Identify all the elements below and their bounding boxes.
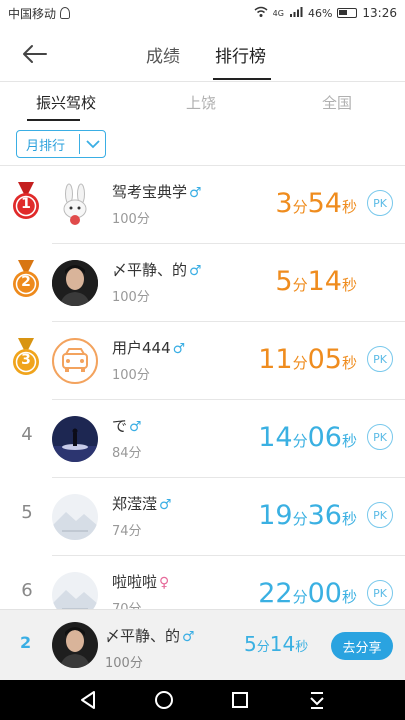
tab-school[interactable]: 振兴驾校: [36, 92, 96, 113]
list-item[interactable]: 2 〆平静、的 ♂ 100分 5分14秒: [0, 244, 405, 322]
rank-number: 6: [21, 580, 33, 601]
user-score: 70分: [112, 598, 142, 609]
pk-button[interactable]: PK: [367, 424, 393, 450]
notification-icon: [60, 7, 71, 19]
active-tab-indicator: [213, 78, 271, 80]
signal-icon: [289, 6, 303, 21]
list-item[interactable]: 5 郑滢滢 ♂ 74分 19分36秒 PK: [0, 478, 405, 556]
scope-tab-indicator: [27, 119, 80, 121]
header: 成绩 排行榜: [0, 26, 405, 82]
avatar[interactable]: [52, 494, 98, 540]
triangle-back-icon: [81, 691, 95, 709]
user-score: 100分: [112, 290, 150, 305]
exam-time: 14分06秒: [258, 422, 357, 453]
period-dropdown[interactable]: 月排行: [16, 130, 106, 158]
my-rank-number: 2: [20, 633, 32, 652]
user-score: 84分: [112, 446, 142, 461]
male-icon: ♂: [189, 185, 202, 201]
exam-time: 11分05秒: [258, 344, 357, 375]
rank-number: 3: [21, 352, 31, 368]
rank-number: 5: [21, 502, 33, 523]
user-name: 用户444 ♂: [112, 339, 186, 357]
pk-button[interactable]: PK: [367, 502, 393, 528]
ranking-list[interactable]: 1 驾考宝典学 ♂ 100分 3分54秒 PK 2 〆平静、的 ♂ 100分 5…: [0, 166, 405, 609]
nav-back-button[interactable]: [76, 688, 100, 712]
list-item[interactable]: 3 用户444 ♂ 100分 11分05秒 PK: [0, 322, 405, 400]
user-score: 100分: [112, 212, 150, 227]
square-recents-icon: [232, 692, 248, 708]
rank-number: 4: [21, 424, 33, 445]
male-icon: ♂: [172, 341, 186, 357]
my-avatar[interactable]: [52, 622, 98, 668]
tab-ranking[interactable]: 排行榜: [215, 42, 266, 67]
tab-score[interactable]: 成绩: [146, 42, 180, 67]
list-item[interactable]: 6 啦啦啦♀ 70分 22分00秒 PK: [0, 556, 405, 609]
tab-national[interactable]: 全国: [322, 92, 352, 113]
avatar[interactable]: [52, 182, 98, 228]
rank-number: 2: [21, 274, 31, 290]
nav-recents-button[interactable]: [228, 688, 252, 712]
list-item[interactable]: 1 驾考宝典学 ♂ 100分 3分54秒 PK: [0, 166, 405, 244]
pk-button[interactable]: PK: [367, 346, 393, 372]
nav-home-button[interactable]: [152, 688, 176, 712]
my-name: 〆平静、的 ♂: [105, 627, 195, 645]
exam-time: 3分54秒: [275, 188, 357, 219]
user-name: 驾考宝典学 ♂: [112, 183, 202, 201]
exam-time: 5分14秒: [275, 266, 357, 297]
tab-city[interactable]: 上饶: [186, 92, 216, 113]
exam-time: 19分36秒: [258, 500, 357, 531]
my-rank-bar: 2 〆平静、的 ♂ 100分 5分14秒 去分享: [0, 609, 405, 680]
chevron-down-icon: [80, 139, 105, 149]
my-exam-time: 5分14秒: [244, 632, 309, 656]
user-score: 74分: [112, 524, 142, 539]
my-score: 100分: [105, 656, 143, 671]
period-dropdown-label: 月排行: [26, 138, 66, 154]
pull-down-icon: [310, 692, 324, 709]
avatar[interactable]: [52, 260, 98, 306]
avatar[interactable]: [52, 572, 98, 609]
avatar[interactable]: [52, 416, 98, 462]
male-icon: ♂: [129, 419, 142, 435]
male-icon: ♂: [159, 497, 172, 513]
circle-home-icon: [155, 691, 173, 709]
battery-icon: [337, 8, 358, 18]
male-icon: ♂: [189, 263, 202, 279]
user-name: 啦啦啦 ♀: [112, 573, 170, 591]
share-button[interactable]: 去分享: [331, 632, 393, 660]
clock: 13:26: [362, 6, 397, 20]
rank-number: 1: [21, 196, 31, 212]
status-bar: 中国移动 4G 46% 13:26: [0, 0, 405, 26]
signal-text: 4G: [272, 8, 284, 18]
user-score: 100分: [112, 368, 150, 383]
user-name: 郑滢滢 ♂: [112, 495, 172, 513]
scope-tabs: 振兴驾校 上饶 全国: [0, 82, 405, 122]
back-button[interactable]: [18, 38, 50, 70]
battery-percent: 46%: [307, 6, 333, 20]
back-arrow-icon: [23, 45, 47, 63]
system-nav-bar: [0, 680, 405, 720]
filter-bar: 月排行: [0, 122, 405, 166]
carrier-text: 中国移动: [8, 6, 57, 21]
avatar[interactable]: [52, 338, 98, 384]
user-name: で ♂: [112, 417, 142, 435]
pk-button[interactable]: PK: [367, 580, 393, 606]
nav-notification-button[interactable]: [305, 688, 329, 712]
female-icon: ♀: [159, 575, 170, 591]
male-icon: ♂: [182, 629, 195, 645]
pk-button[interactable]: PK: [367, 190, 393, 216]
exam-time: 22分00秒: [258, 578, 357, 609]
list-item[interactable]: 4 で ♂ 84分 14分06秒 PK: [0, 400, 405, 478]
user-name: 〆平静、的 ♂: [112, 261, 202, 279]
wifi-icon: [254, 6, 268, 21]
